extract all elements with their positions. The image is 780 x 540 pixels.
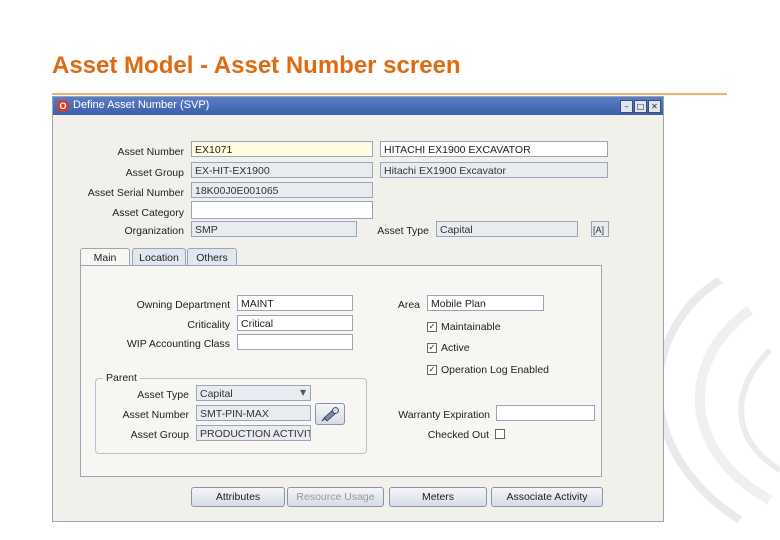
asset-group-description-field[interactable]: Hitachi EX1900 Excavator [380,162,608,178]
active-checkbox[interactable]: ✓ [427,343,437,353]
owning-department-label: Owning Department [136,299,230,311]
warranty-expiration-label: Warranty Expiration [398,409,490,421]
window-title: Define Asset Number (SVP) [73,99,210,111]
asset-number-label: Asset Number [117,146,184,158]
parent-asset-group-field[interactable]: PRODUCTION ACTIVIT [196,425,311,441]
criticality-field[interactable]: Critical [237,315,353,331]
parent-asset-group-label: Asset Group [130,429,189,441]
wip-accounting-class-field[interactable] [237,334,353,350]
operation-log-enabled-checkbox[interactable]: ✓ [427,365,437,375]
parent-asset-number-label: Asset Number [122,409,189,421]
asset-type-label: Asset Type [377,225,429,237]
asset-group-label: Asset Group [125,167,184,179]
window-titlebar[interactable]: O Define Asset Number (SVP) – □ ✕ [53,97,663,115]
wip-accounting-class-label: WIP Accounting Class [126,338,230,350]
asset-category-label: Asset Category [112,207,184,219]
owning-department-field[interactable]: MAINT [237,295,353,311]
define-asset-number-window: O Define Asset Number (SVP) – □ ✕ Asset … [52,96,664,522]
close-button[interactable]: ✕ [648,100,661,113]
asset-category-field[interactable] [191,201,373,219]
asset-description-field[interactable]: HITACHI EX1900 EXCAVATOR [380,141,608,157]
parent-asset-type-select[interactable]: Capital [196,385,311,401]
attributes-button[interactable]: Attributes [191,487,285,507]
maintainable-label: Maintainable [441,321,501,333]
parent-asset-type-label: Asset Type [137,389,189,401]
oracle-icon: O [57,100,69,112]
asset-serial-number-field[interactable]: 18K00J0E001065 [191,182,373,198]
asset-group-field[interactable]: EX-HIT-EX1900 [191,162,373,178]
active-label: Active [441,342,470,354]
maintainable-checkbox[interactable]: ✓ [427,322,437,332]
organization-field[interactable]: SMP [191,221,357,237]
area-field[interactable]: Mobile Plan [427,295,544,311]
flashlight-icon[interactable] [315,403,345,425]
checked-out-checkbox[interactable] [495,429,505,439]
warranty-expiration-field[interactable] [496,405,595,421]
asset-number-field[interactable]: EX1071 [191,141,373,157]
associate-activity-button[interactable]: Associate Activity [491,487,603,507]
criticality-label: Criticality [187,319,230,331]
area-label: Area [397,299,420,311]
meters-button[interactable]: Meters [389,487,487,507]
maximize-button[interactable]: □ [634,100,647,113]
checked-out-label: Checked Out [427,429,489,441]
chevron-down-icon[interactable]: ▼ [300,388,306,397]
asset-type-context-field[interactable]: [A] [591,221,609,237]
minimize-button[interactable]: – [620,100,633,113]
parent-legend: Parent [103,372,140,384]
slide-title: Asset Model - Asset Number screen [52,52,461,79]
operation-log-enabled-label: Operation Log Enabled [441,364,549,376]
parent-asset-type-value: Capital [200,388,233,400]
organization-label: Organization [124,225,184,237]
asset-serial-number-label: Asset Serial Number [87,187,184,199]
asset-type-field[interactable]: Capital [436,221,578,237]
title-divider [52,93,727,95]
resource-usage-button[interactable]: Resource Usage [287,487,384,507]
parent-asset-number-field[interactable]: SMT-PIN-MAX [196,405,311,421]
